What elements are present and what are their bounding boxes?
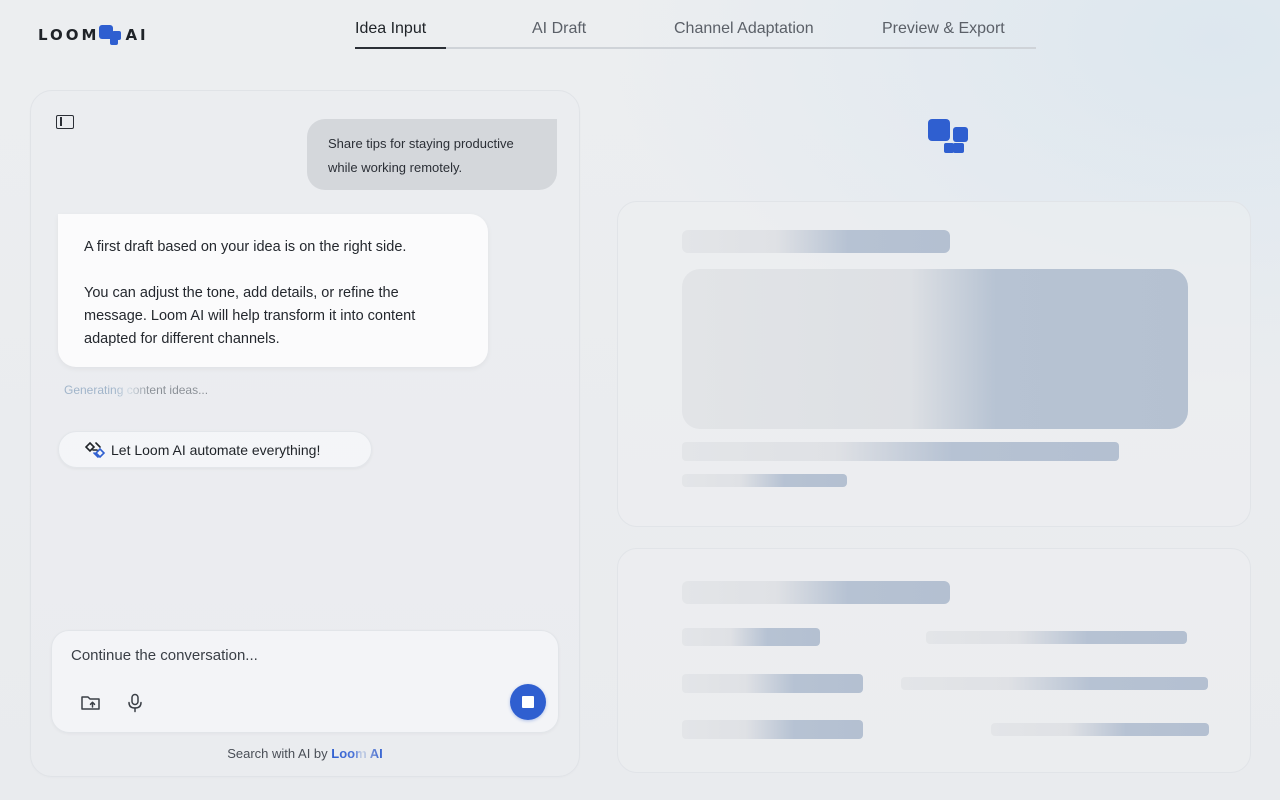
footer-prefix: Search with AI by [227,746,332,761]
draft-preview-card [617,201,1251,527]
automate-everything-button[interactable]: Let Loom AI automate everything! [58,431,372,468]
channel-preview-card [617,548,1251,773]
user-message-bubble: Share tips for staying productive while … [307,119,557,190]
chat-panel: Share tips for staying productive while … [30,90,580,777]
skeleton-title [682,581,950,604]
skeleton-label [682,628,820,646]
ai-message-paragraph: You can adjust the tone, add details, or… [84,285,416,347]
logo-text-right: AI [125,26,149,44]
skeleton-title [682,230,950,253]
preview-logo-icon [928,119,970,155]
skeleton-value [901,677,1208,690]
footer-note: Search with AI by Loom AI [31,746,579,761]
ai-message-bubble: A first draft based on your idea is on t… [58,214,488,367]
generating-status: Generating content ideas... [64,383,209,397]
skeleton-line [682,442,1119,461]
skeleton-line [682,474,847,487]
tab-ai-draft[interactable]: AI Draft [532,20,586,38]
sparkle-link-icon [85,441,105,458]
skeleton-label [682,720,863,739]
tab-idea-input[interactable]: Idea Input [355,20,426,38]
ai-message-paragraph: A first draft based on your idea is on t… [84,239,407,255]
chat-composer [51,630,559,733]
skeleton-image [682,269,1188,429]
skeleton-value [991,723,1209,736]
logo-mark-icon [99,24,123,46]
automate-label: Let Loom AI automate everything! [111,441,321,458]
folder-upload-icon[interactable] [80,692,102,714]
tab-channel-adaptation[interactable]: Channel Adaptation [674,20,814,38]
stop-generating-button[interactable] [510,684,546,720]
step-tabs: Idea Input AI Draft Channel Adaptation P… [355,14,1036,49]
microphone-icon[interactable] [124,692,146,714]
skeleton-value [926,631,1187,644]
active-tab-indicator [355,47,446,49]
chat-input[interactable] [71,644,491,666]
logo-text-left: LOOM [38,26,100,44]
skeleton-label [682,674,863,693]
app-logo[interactable]: LOOM AI [38,24,149,46]
footer-brand[interactable]: Loom AI [331,746,383,761]
stop-square-icon [522,696,534,708]
sidebar-panel-icon[interactable] [56,115,74,129]
tab-preview-export[interactable]: Preview & Export [882,20,1005,38]
